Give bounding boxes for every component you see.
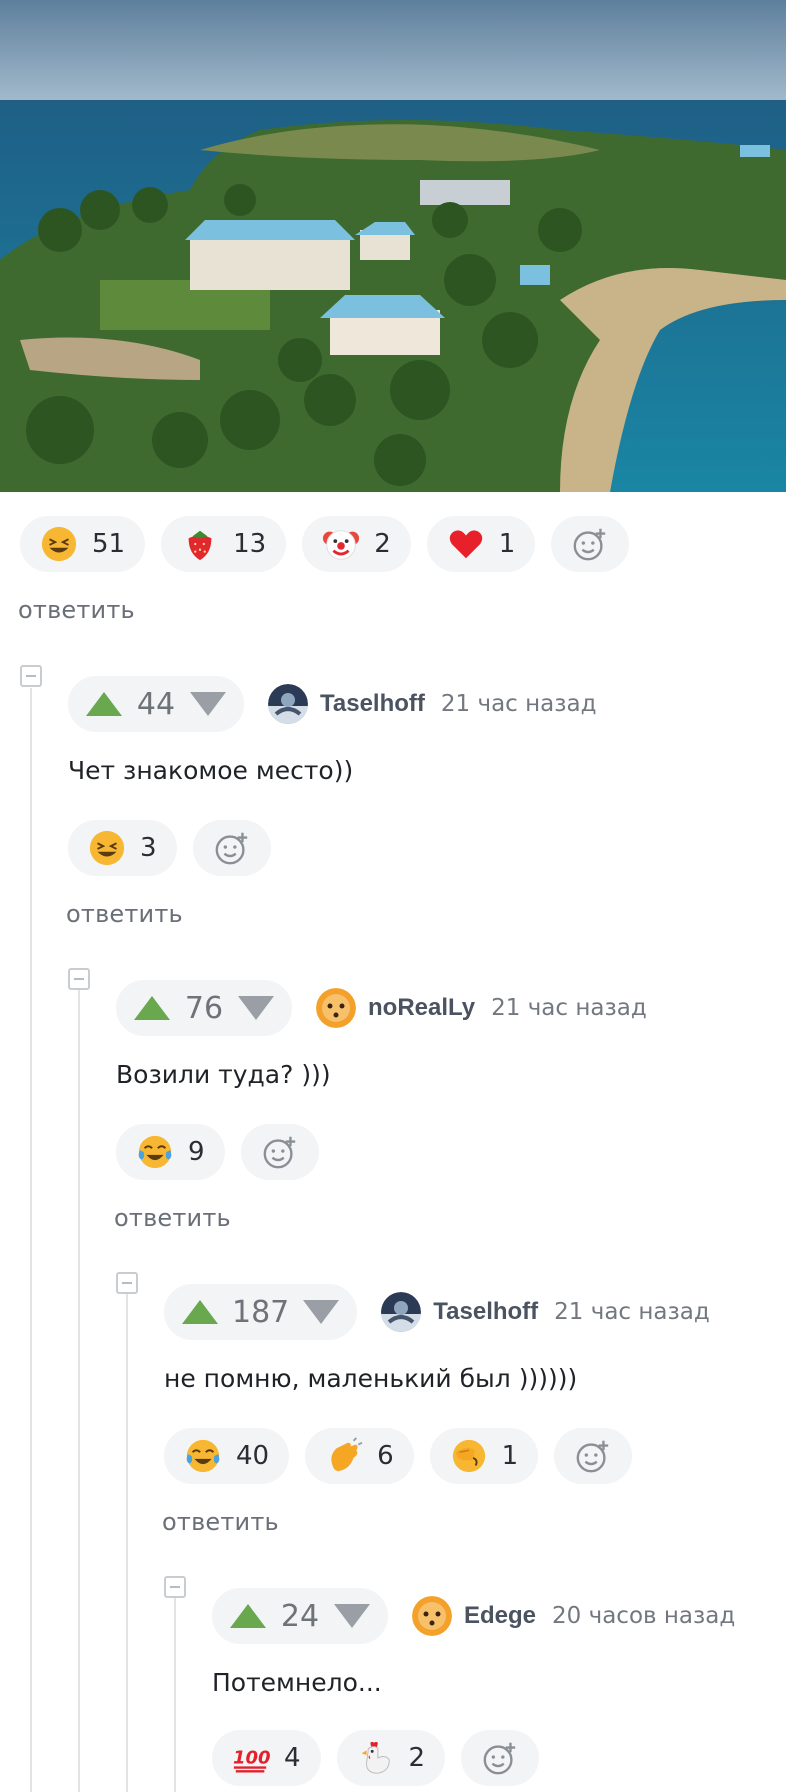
comment-reactions: 40 6 1 [164,1428,633,1484]
avatar[interactable] [381,1292,422,1332]
grinning-squint-emoji-icon [41,526,77,562]
author-name[interactable]: Taselhoff [320,690,425,718]
vote-widget: 76 [116,980,292,1036]
vote-widget: 187 [164,1284,358,1340]
rating: 187 [232,1294,290,1330]
svg-text:100: 100 [233,1748,270,1769]
heart-icon [449,530,482,559]
facepalm-icon [452,1439,485,1473]
hundred-points-icon: 100 [233,1748,270,1773]
reply-link[interactable]: ответить [114,1204,231,1232]
post-image[interactable] [0,0,786,492]
comment-text: не помню, маленький был )))))) [164,1364,578,1393]
thread-line[interactable] [30,688,32,1792]
comment-header: 44 Taselhoff 21 час назад [68,676,596,732]
author-name[interactable]: noRealLy [368,994,475,1022]
tears-of-joy-emoji-icon [186,1439,220,1473]
comment-reactions: 100 4 2 [212,1730,540,1786]
reaction-count: 40 [236,1441,270,1471]
add-emoji-icon [573,528,606,561]
rating: 24 [280,1598,320,1634]
rooster-icon [361,1741,390,1774]
reaction-count: 1 [501,1441,519,1471]
add-emoji-icon [215,832,247,865]
author-name[interactable]: Edege [464,1602,536,1630]
upvote-icon[interactable] [182,1300,218,1324]
collapse-button[interactable] [116,1272,138,1294]
timestamp[interactable]: 21 час назад [491,995,647,1021]
timestamp[interactable]: 21 час назад [441,691,597,717]
strawberry-icon [188,530,212,561]
reply-link[interactable]: ответить [162,1508,279,1536]
collapse-button[interactable] [164,1576,186,1598]
add-emoji-icon [263,1136,295,1169]
reaction-count: 2 [408,1743,426,1773]
reply-link[interactable]: ответить [18,596,135,624]
add-reaction-button[interactable] [554,1428,633,1484]
thread-line[interactable] [174,1598,176,1792]
avatar[interactable] [412,1596,452,1636]
clown-icon [323,530,360,560]
timestamp[interactable]: 20 часов назад [552,1603,735,1629]
add-emoji-icon [483,1742,516,1775]
reaction-rooster[interactable]: 2 [336,1730,446,1786]
collapse-button[interactable] [20,665,42,687]
downvote-icon[interactable] [238,996,274,1020]
comment-reactions: 3 [68,820,271,876]
reaction-hundred-points[interactable]: 100 4 [212,1730,321,1786]
reaction-count: 1 [498,529,516,559]
tears-of-joy-emoji-icon [138,1135,172,1169]
downvote-icon[interactable] [303,1300,340,1324]
reaction-count: 6 [377,1441,394,1471]
avatar[interactable] [268,684,308,724]
comment-header: 76 noRealLy 21 час назад [116,980,647,1036]
reaction-count: 3 [140,833,157,863]
reaction-heart[interactable]: 1 [426,516,536,572]
rating: 44 [136,686,176,722]
rating: 76 [184,990,224,1026]
thread-line[interactable] [126,1294,128,1792]
reply-link[interactable]: ответить [66,900,183,928]
post-reactions: 51 13 2 1 [20,516,630,572]
add-reaction-button[interactable] [461,1730,540,1786]
comment-text: Потемнело... [212,1668,382,1697]
vote-widget: 24 [212,1588,388,1644]
upvote-icon[interactable] [134,996,170,1020]
add-reaction-button[interactable] [192,820,271,876]
downvote-icon[interactable] [334,1604,370,1628]
avatar[interactable] [316,988,356,1028]
reaction-tears-of-joy[interactable]: 9 [116,1124,225,1180]
vote-widget: 44 [68,676,244,732]
timestamp[interactable]: 21 час назад [554,1299,710,1325]
downvote-icon[interactable] [190,692,226,716]
reaction-grinning-squint[interactable]: 3 [68,820,177,876]
add-reaction-button[interactable] [551,516,630,572]
add-reaction-button[interactable] [240,1124,319,1180]
clapping-hands-icon [331,1437,363,1472]
reaction-strawberry[interactable]: 13 [161,516,287,572]
comment-header: 187 Taselhoff 21 час назад [164,1284,710,1340]
add-emoji-icon [576,1440,609,1473]
upvote-icon[interactable] [86,692,122,716]
reaction-count: 4 [284,1743,301,1773]
comment-text: Возили туда? ))) [116,1060,331,1089]
comment-text: Чет знакомое место)) [68,756,354,785]
reaction-count: 2 [374,529,391,559]
upvote-icon[interactable] [230,1604,266,1628]
author-name[interactable]: Taselhoff [433,1298,538,1326]
reaction-clapping-hands[interactable]: 6 [305,1428,414,1484]
comment-reactions: 9 [116,1124,319,1180]
reaction-clown[interactable]: 2 [302,516,411,572]
reaction-facepalm[interactable]: 1 [429,1428,539,1484]
reaction-count: 13 [233,529,267,559]
grinning-squint-emoji-icon [89,830,125,866]
reaction-tears-of-joy[interactable]: 40 [164,1428,290,1484]
collapse-button[interactable] [68,968,90,990]
thread-line[interactable] [78,990,80,1792]
comment-header: 24 Edege 20 часов назад [212,1588,735,1644]
reaction-grinning-squint[interactable]: 51 [20,516,146,572]
reaction-count: 51 [92,529,126,559]
reaction-count: 9 [188,1137,205,1167]
